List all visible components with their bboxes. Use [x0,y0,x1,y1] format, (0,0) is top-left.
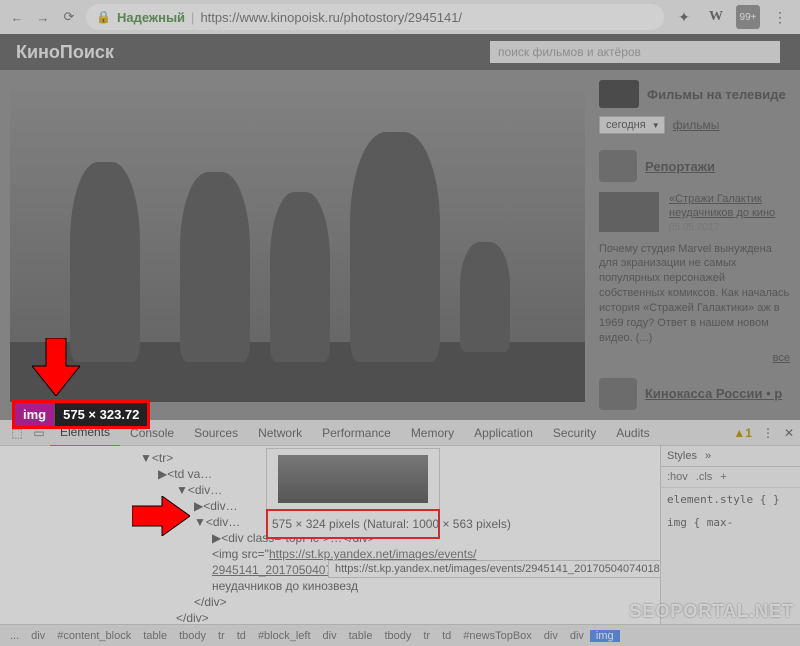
date-select[interactable]: сегодня [599,116,665,134]
add-rule-icon[interactable]: + [720,471,726,483]
report-item-sub: неудачников до кино [669,206,775,220]
breadcrumb-trail: ... div #content_block table tbody tr td… [0,624,800,646]
annotation-arrow-down [32,338,80,396]
site-header: КиноПоиск поиск фильмов и актёров [0,34,800,70]
tab-memory[interactable]: Memory [401,420,464,446]
lock-icon: 🔒 [96,10,111,24]
warning-badge[interactable]: ▲1 [733,426,752,440]
wiki-extension-icon[interactable]: W [704,5,728,29]
tab-sources[interactable]: Sources [184,420,248,446]
search-input[interactable]: поиск фильмов и актёров [490,41,780,63]
crumb[interactable]: #content_block [51,630,137,642]
browser-toolbar: ← → ⟳ 🔒 Надежный | https://www.kinopoisk… [0,0,800,34]
site-logo[interactable]: КиноПоиск [16,42,114,63]
annotation-arrow-right [132,496,190,536]
crumb[interactable]: div [538,630,564,642]
crumb[interactable]: table [343,630,379,642]
all-link[interactable]: все [599,352,790,364]
sidebar: Фильмы на телевиде сегодня фильмы Репорт… [599,78,790,410]
back-button[interactable]: ← [8,8,26,26]
crumb[interactable]: td [231,630,252,642]
tv-icon [599,80,639,108]
badge-extension-icon[interactable]: 99+ [736,5,760,29]
image-preview-popup: 575 × 324 pixels (Natural: 1000 × 563 pi… [266,448,440,539]
crumb[interactable]: tbody [173,630,212,642]
tab-network[interactable]: Network [248,420,312,446]
address-bar[interactable]: 🔒 Надежный | https://www.kinopoisk.ru/ph… [86,4,664,30]
dom-node[interactable]: неудачников до кинозвезд [10,578,660,594]
kinokassa-title[interactable]: Кинокасса России • р [645,386,782,401]
dom-node[interactable]: </div> [10,594,660,610]
camera-icon [599,150,637,182]
tooltip-dimensions: 575 × 323.72 [55,403,147,426]
secure-label: Надежный [117,10,185,25]
crumb[interactable]: div [564,630,590,642]
watermark: SEOPORTAL.NET [629,601,794,622]
crumb[interactable]: #newsTopBox [457,630,538,642]
crumb[interactable]: tbody [378,630,417,642]
devtools-menu-icon[interactable]: ⋮ [762,426,774,440]
crumb[interactable]: td [436,630,457,642]
tab-audits[interactable]: Audits [606,420,659,446]
money-icon [599,378,637,410]
style-rule[interactable]: element.style { } [661,488,800,511]
crumb-selected[interactable]: img [590,630,620,642]
hero-image[interactable] [10,78,585,402]
report-thumb [599,192,659,232]
hero-image-container [10,78,585,410]
styles-panel: Styles » :hov .cls + element.style { } i… [660,446,800,624]
dom-tree[interactable]: ▼<tr> ▶<td va… ▼<div… ▶<div… ▼<div… ▶<di… [0,446,660,624]
forward-button[interactable]: → [34,8,52,26]
preview-thumbnail [278,455,428,503]
crumb[interactable]: #block_left [252,630,317,642]
films-link[interactable]: фильмы [673,118,720,132]
crumb[interactable]: ... [4,630,25,642]
tv-section-title: Фильмы на телевиде [647,87,786,102]
page-content: КиноПоиск поиск фильмов и актёров Фильмы… [0,34,800,420]
crumb[interactable]: div [25,630,51,642]
cls-toggle[interactable]: .cls [696,471,713,483]
report-item-date: 05.05.2017 [669,221,775,234]
url-tooltip: https://st.kp.yandex.net/images/events/2… [328,560,660,578]
report-item-title: «Стражи Галактик [669,192,775,206]
tab-application[interactable]: Application [464,420,543,446]
crumb[interactable]: div [317,630,343,642]
devtools-close-icon[interactable]: ✕ [784,426,794,440]
crumb[interactable]: table [137,630,173,642]
report-paragraph: Почему студия Marvel вынуждена для экран… [599,242,790,346]
preview-dimensions: 575 × 324 pixels (Natural: 1000 × 563 pi… [266,509,440,539]
reports-title[interactable]: Репортажи [645,159,715,174]
dom-node[interactable]: </div> [10,610,660,624]
tab-security[interactable]: Security [543,420,606,446]
extension-icon[interactable]: ✦ [672,5,696,29]
crumb[interactable]: tr [417,630,436,642]
tab-performance[interactable]: Performance [312,420,401,446]
crumb[interactable]: tr [212,630,231,642]
reload-button[interactable]: ⟳ [60,8,78,26]
style-rule[interactable]: img { max- [661,511,800,534]
tooltip-tag: img [15,403,55,426]
report-item[interactable]: «Стражи Галактик неудачников до кино 05.… [599,192,790,234]
styles-tab[interactable]: Styles [667,450,697,462]
hov-toggle[interactable]: :hov [667,471,688,483]
inspector-element-tooltip: img 575 × 323.72 [12,400,150,429]
styles-chevron-icon[interactable]: » [705,450,711,462]
url-text: https://www.kinopoisk.ru/photostory/2945… [200,10,462,25]
menu-icon[interactable]: ⋮ [768,5,792,29]
